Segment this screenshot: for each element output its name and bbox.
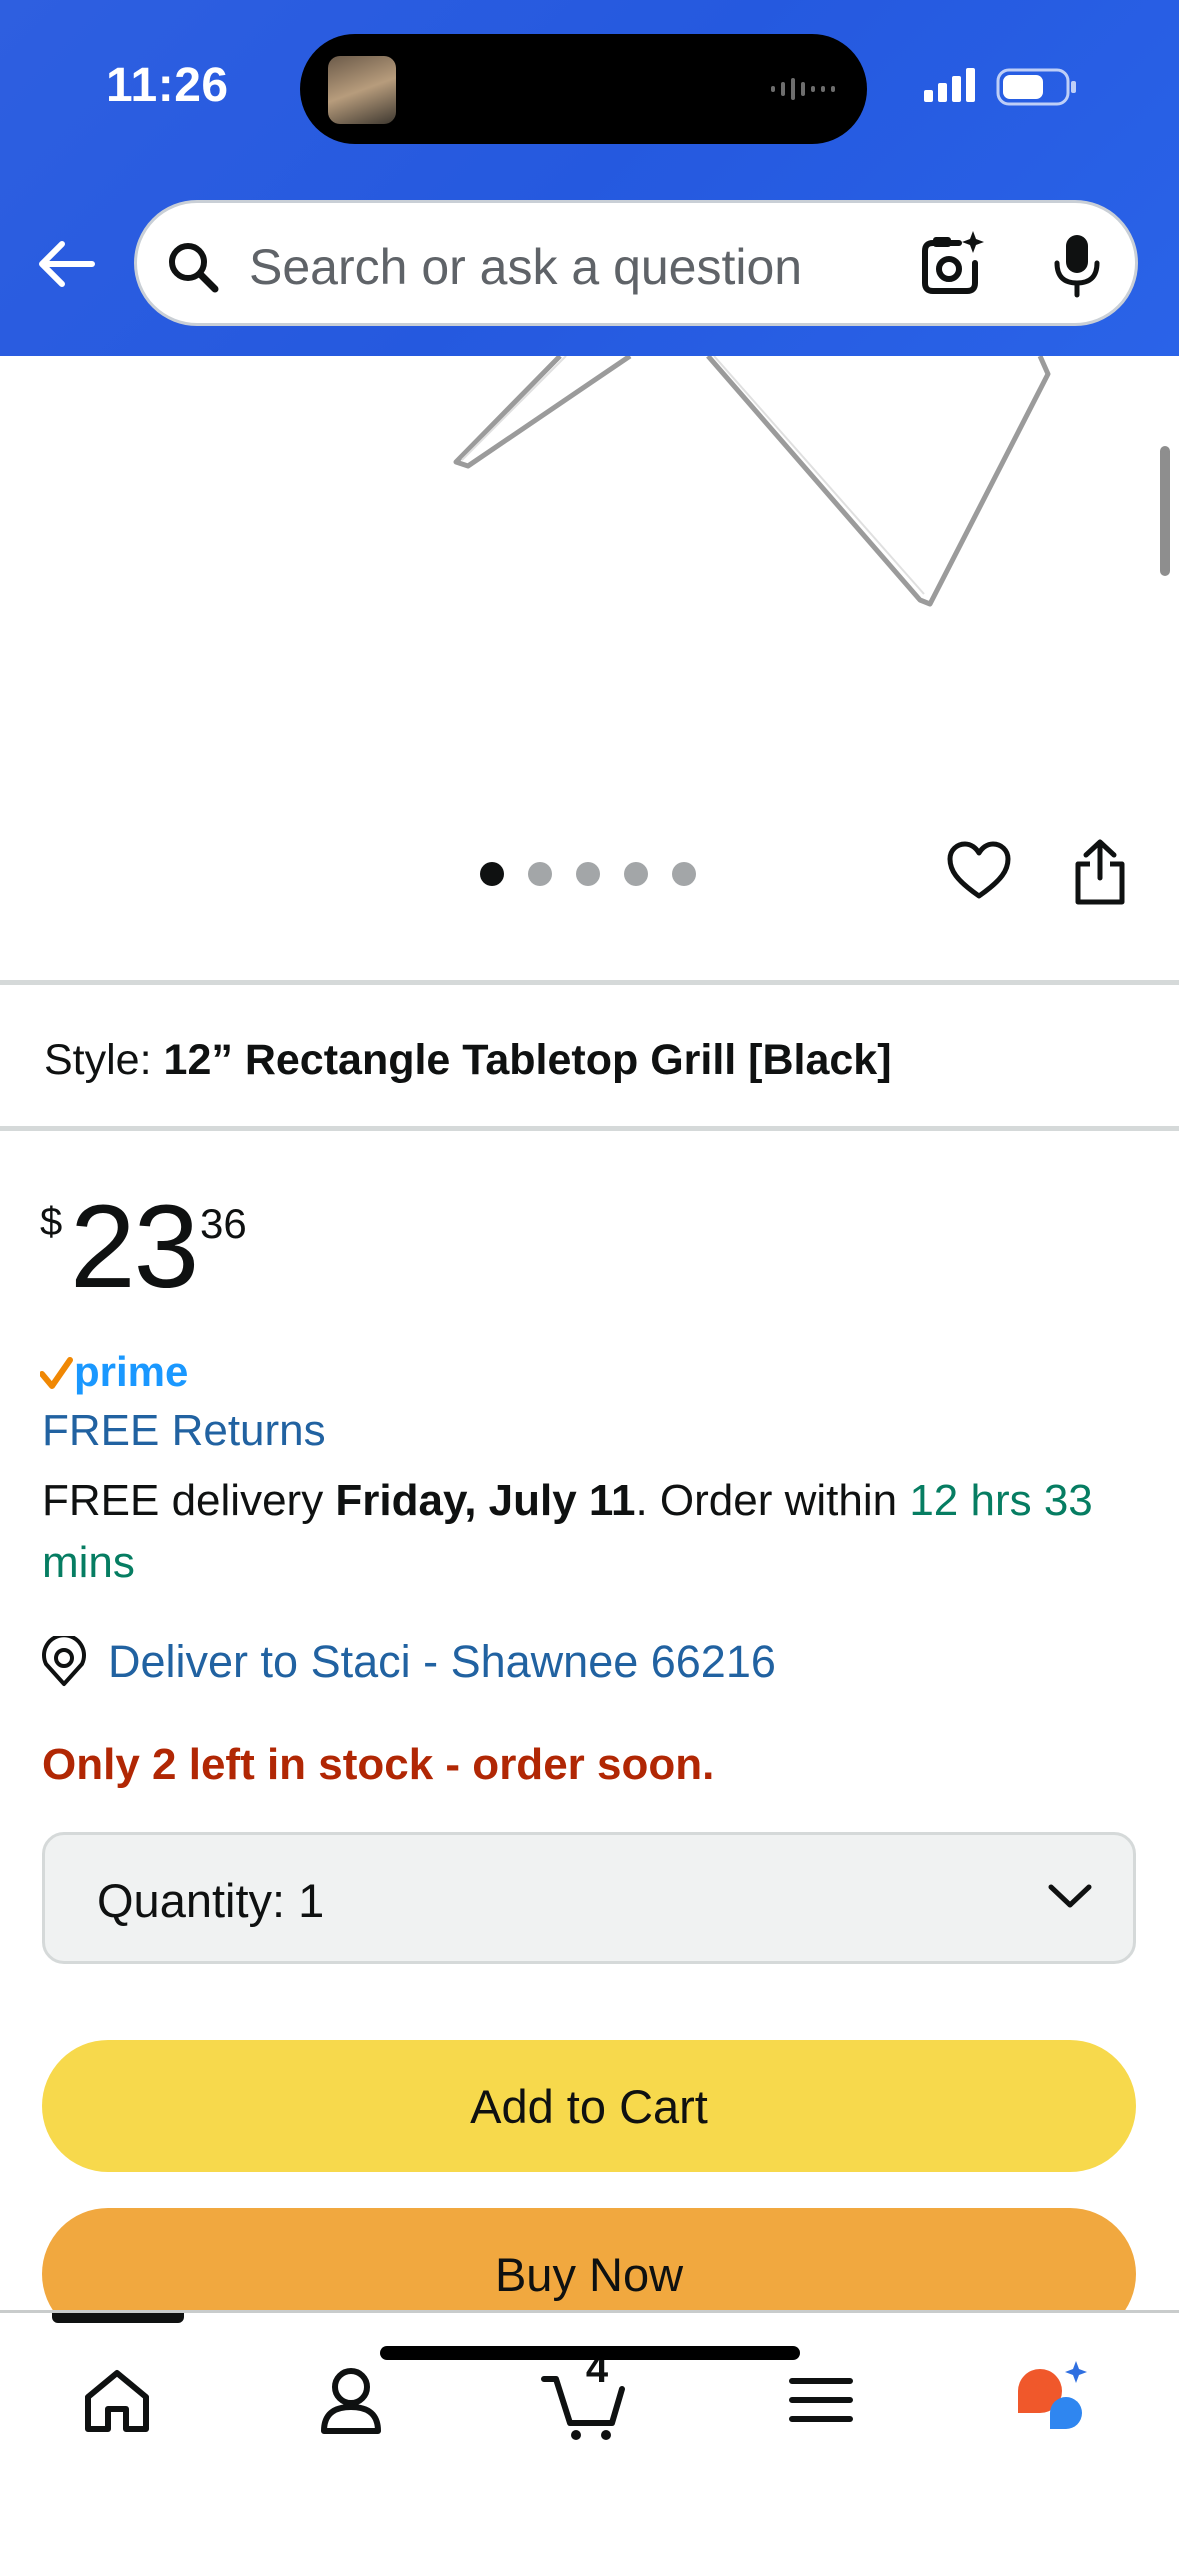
product-image[interactable] [0,356,1179,816]
wishlist-heart-icon[interactable] [946,840,1012,902]
search-icon [169,243,219,293]
price-fraction: 36 [200,1200,247,1247]
delivery-info: FREE delivery Friday, July 11. Order wit… [42,1470,1152,1594]
cart-tab[interactable]: 4 [540,2347,630,2445]
divider [0,1126,1179,1131]
carousel-dot[interactable] [480,862,504,886]
delivery-date: Friday, July 11 [335,1476,636,1525]
dynamic-island[interactable] [300,34,867,144]
share-icon[interactable] [1072,838,1128,906]
style-selector[interactable]: Style: 12” Rectangle Tabletop Grill [Blac… [44,1036,892,1085]
menu-icon[interactable] [776,2355,866,2445]
quantity-label: Quantity: 1 [97,1874,325,1927]
carousel-dot[interactable] [672,862,696,886]
status-time: 11:26 [106,59,229,112]
search-input[interactable] [247,233,871,301]
search-bar[interactable] [134,200,1138,326]
style-label: Style: [44,1036,152,1084]
carousel-dot[interactable] [528,862,552,886]
battery-icon [996,68,1076,106]
style-value: 12” Rectangle Tabletop Grill [Black] [163,1036,892,1084]
chevron-down-icon [1048,1884,1092,1908]
microphone-icon[interactable] [1049,231,1105,301]
delivery-middle: . Order within [635,1476,910,1525]
now-playing-thumbnail [328,56,396,124]
back-arrow-icon[interactable] [34,232,98,296]
account-icon[interactable] [306,2355,396,2445]
location-pin-icon [42,1636,86,1686]
top-header: 11:26 [0,0,1179,356]
camera-lens-icon[interactable] [915,229,987,301]
prime-logo: prime [40,1348,188,1395]
free-returns-link[interactable]: FREE Returns [42,1406,326,1456]
price-whole: 23 [70,1181,199,1313]
prime-label: prime [74,1348,188,1395]
add-to-cart-button[interactable]: Add to Cart [42,2040,1136,2172]
home-indicator [380,2346,800,2360]
audio-waveform-icon [771,78,835,100]
status-icons [924,68,1076,106]
quantity-dropdown[interactable]: Quantity: 1 [42,1832,1136,1964]
image-carousel-dots[interactable] [480,862,696,886]
rufus-assistant-icon[interactable] [1010,2355,1100,2445]
carousel-dot[interactable] [576,862,600,886]
deliver-to-link[interactable]: Deliver to Staci - Shawnee 66216 [108,1636,776,1688]
delivery-prefix: FREE delivery [42,1476,336,1525]
cellular-signal-icon [924,68,975,102]
stock-status: Only 2 left in stock - order soon. [42,1740,715,1789]
carousel-dot[interactable] [624,862,648,886]
divider [0,980,1179,985]
home-icon[interactable] [72,2355,162,2445]
active-tab-indicator [52,2313,184,2323]
price-currency-symbol: $ [40,1200,63,1244]
